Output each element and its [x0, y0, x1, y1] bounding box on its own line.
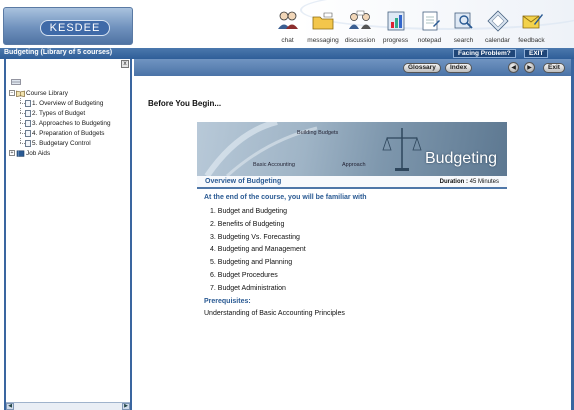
course-header: Overview of Budgeting Duration : 45 Minu… — [197, 176, 507, 189]
content-nav-bar: Glossary Index ◀ ▶ Exit — [134, 59, 574, 76]
close-panel-button[interactable]: x — [121, 60, 129, 68]
expand-toggle[interactable]: + — [9, 150, 15, 156]
calendar-icon — [486, 10, 509, 32]
banner-title: Budgeting — [424, 150, 497, 167]
tree-node-course-library[interactable]: − Course Library — [9, 88, 131, 98]
tree-connector — [17, 128, 25, 138]
messaging-button[interactable]: messaging — [306, 9, 340, 47]
exit-course-button[interactable]: Exit — [543, 63, 565, 73]
logo-text: KESDEE — [40, 20, 110, 36]
library-root-icon — [11, 79, 21, 85]
app-header: KESDEE chat messaging discussion progres… — [0, 0, 574, 48]
banner-label-building: Building Budgets — [297, 130, 339, 136]
tree-connector — [17, 118, 25, 128]
tree-label: Job Aids — [26, 149, 51, 157]
index-button[interactable]: Index — [445, 63, 472, 73]
page-title: Before You Begin... — [148, 99, 222, 108]
calendar-label: calendar — [485, 37, 510, 44]
course-duration: Duration : 45 Minutes — [440, 179, 499, 185]
horizontal-scrollbar[interactable]: ◀ ▶ — [6, 402, 130, 410]
document-icon — [25, 129, 31, 137]
tree-node-course-2[interactable]: 2. Types of Budget — [9, 108, 131, 118]
document-icon — [25, 99, 31, 107]
tree-connector — [17, 108, 25, 118]
tree-label: 5. Budgetary Control — [32, 139, 91, 147]
progress-label: progress — [382, 37, 409, 44]
list-item: 5. Budgeting and Planning — [210, 259, 293, 267]
list-item: 1. Budget and Budgeting — [210, 208, 288, 215]
glossary-button[interactable]: Glossary — [403, 63, 441, 73]
progress-icon — [387, 11, 404, 31]
course-banner: Building Budgets Basic Accounting Approa… — [197, 122, 507, 176]
messaging-icon — [312, 12, 334, 30]
tree-node-course-4[interactable]: 4. Preparation of Budgets — [9, 128, 131, 138]
toolbar: chat messaging discussion progress notep… — [272, 9, 547, 47]
banner-label-accounting: Basic Accounting — [253, 162, 295, 168]
discussion-icon — [349, 10, 371, 29]
chat-label: chat — [281, 37, 294, 44]
tree-connector — [17, 98, 25, 108]
duration-label: Duration : — [439, 179, 468, 185]
exit-top-button[interactable]: EXIT — [524, 49, 549, 58]
document-icon — [25, 109, 31, 117]
tree-node-job-aids[interactable]: + Job Aids — [9, 148, 131, 158]
feedback-button[interactable]: feedback — [516, 9, 547, 47]
tree-label: 4. Preparation of Budgets — [32, 129, 105, 137]
course-tree: − Course Library 1. Overview of Budgetin… — [9, 79, 131, 158]
tree-label: 2. Types of Budget — [32, 109, 86, 117]
tree-node-course-1[interactable]: 1. Overview of Budgeting — [9, 98, 131, 108]
calendar-button[interactable]: calendar — [482, 9, 513, 47]
list-item: 2. Benefits of Budgeting — [210, 220, 285, 228]
document-icon — [25, 139, 31, 147]
course-content: Before You Begin... Building Budgets Bas… — [134, 76, 574, 410]
course-title: Overview of Budgeting — [205, 178, 282, 185]
notepad-label: notepad — [417, 37, 442, 44]
list-item: 3. Budgeting Vs. Forecasting — [210, 233, 300, 241]
tree-node-course-3[interactable]: 3. Approaches to Budgeting — [9, 118, 131, 128]
duration-value: 45 Minutes — [469, 179, 499, 185]
chat-icon — [277, 11, 298, 29]
feedback-label: feedback — [518, 37, 545, 44]
tree-label: Course Library — [26, 89, 68, 97]
progress-button[interactable]: progress — [380, 9, 411, 47]
tree-node-course-5[interactable]: 5. Budgetary Control — [9, 138, 131, 148]
objectives-heading: At the end of the course, you will be fa… — [204, 194, 367, 201]
course-tree-panel: x − Course Library 1. Overview of Budget… — [4, 59, 132, 410]
book-open-icon — [16, 90, 25, 97]
list-item: 7. Budget Administration — [210, 284, 286, 292]
list-item: 6. Budget Procedures — [210, 271, 278, 279]
title-bar: Budgeting (Library of 5 courses) Facing … — [0, 48, 574, 59]
notepad-icon — [422, 11, 440, 31]
book-closed-icon — [16, 150, 25, 157]
search-icon — [454, 12, 473, 29]
facing-problem-button[interactable]: Facing Problem? — [453, 49, 516, 58]
search-button[interactable]: search — [448, 9, 479, 47]
banner-label-approach: Approach — [342, 162, 366, 168]
tree-label: 3. Approaches to Budgeting — [32, 119, 111, 127]
scroll-right-icon[interactable]: ▶ — [122, 403, 130, 410]
notepad-button[interactable]: notepad — [414, 9, 445, 47]
discussion-button[interactable]: discussion — [343, 9, 377, 47]
previous-page-button[interactable]: ◀ — [508, 62, 519, 73]
chat-button[interactable]: chat — [272, 9, 303, 47]
scroll-left-icon[interactable]: ◀ — [6, 403, 14, 410]
search-label: search — [453, 37, 474, 44]
prerequisites-text: Understanding of Basic Accounting Princi… — [204, 310, 345, 317]
next-page-button[interactable]: ▶ — [524, 62, 535, 73]
discussion-label: discussion — [344, 37, 376, 44]
document-icon — [25, 119, 31, 127]
topic-list: 1. Budget and Budgeting 2. Benefits of B… — [210, 208, 306, 298]
library-title: Budgeting (Library of 5 courses) — [4, 49, 113, 56]
collapse-toggle[interactable]: − — [9, 90, 15, 96]
tree-label: 1. Overview of Budgeting — [32, 99, 104, 107]
list-item: 4. Budgeting and Management — [210, 246, 306, 254]
feedback-icon — [522, 14, 543, 29]
kesdee-logo: KESDEE — [3, 7, 133, 45]
messaging-label: messaging — [307, 37, 339, 44]
tree-connector — [17, 138, 25, 148]
prerequisites-heading: Prerequisites: — [204, 298, 251, 305]
